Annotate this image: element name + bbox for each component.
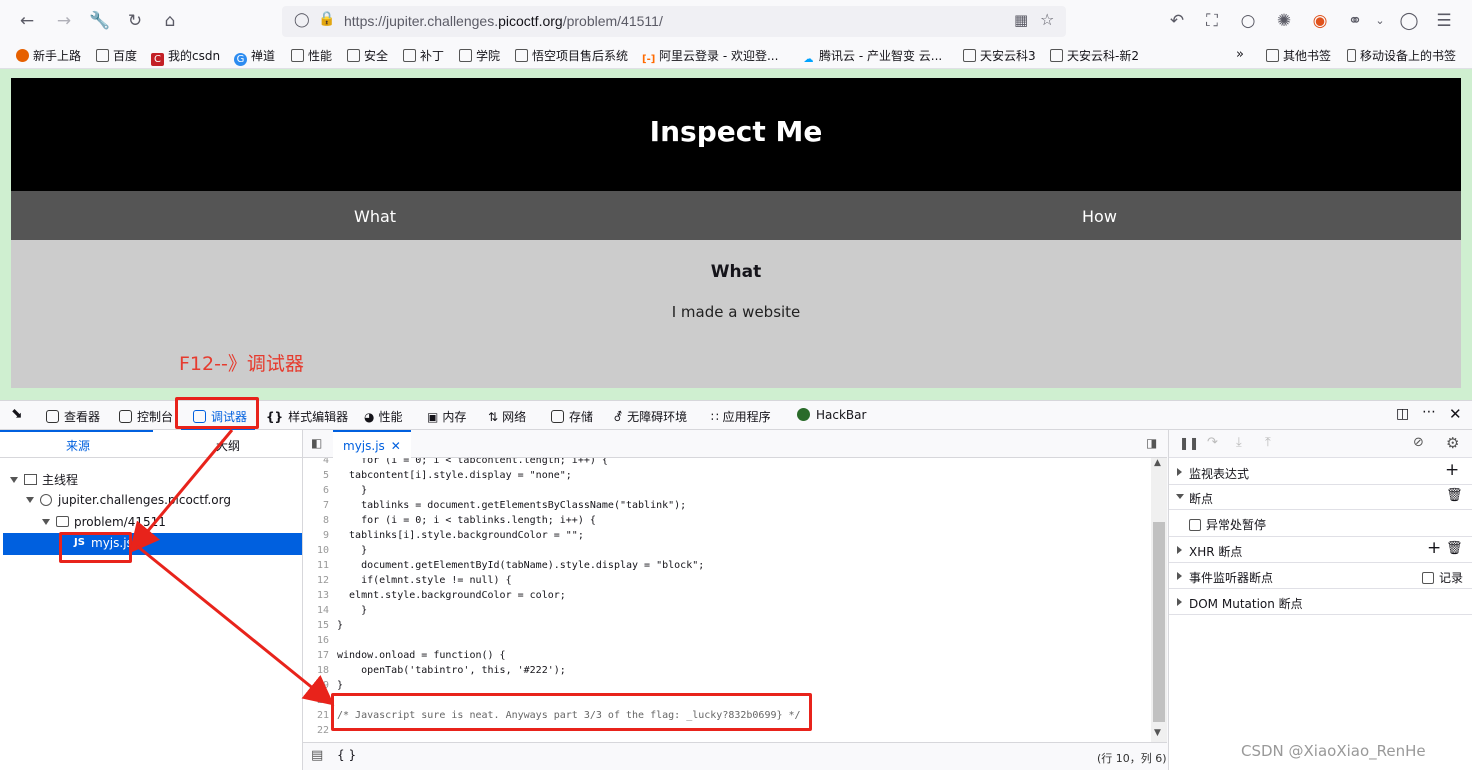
watermark: CSDN @XiaoXiao_RenHe bbox=[1241, 742, 1426, 760]
arrow-to-file bbox=[129, 429, 234, 554]
arrow-to-flag bbox=[136, 544, 335, 706]
annotation-arrows bbox=[129, 429, 335, 706]
